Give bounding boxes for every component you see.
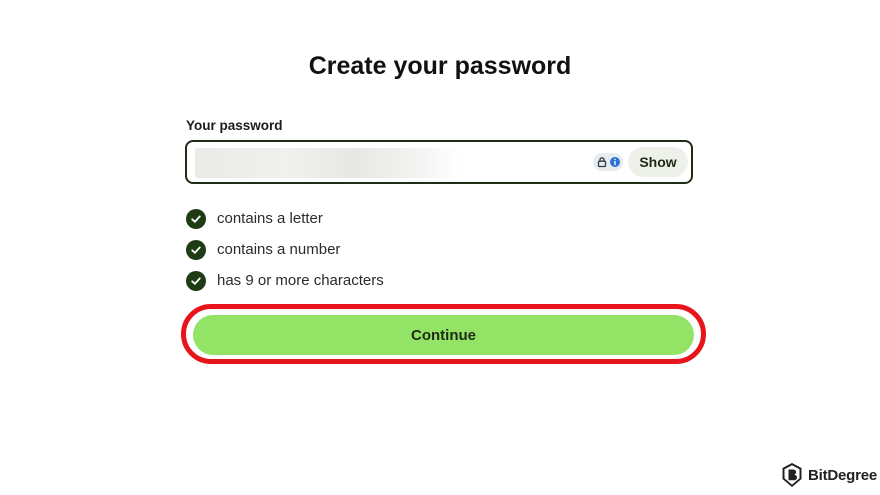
continue-button[interactable]: Continue: [193, 315, 694, 355]
watermark-text: BitDegree: [808, 466, 878, 484]
requirement-item: has 9 or more characters: [186, 265, 384, 296]
requirement-item: contains a letter: [186, 203, 384, 234]
check-circle-icon: [186, 239, 206, 260]
requirement-text: contains a number: [217, 241, 341, 258]
password-requirements: contains a letter contains a number has …: [186, 203, 384, 296]
requirement-item: contains a number: [186, 234, 384, 265]
bitdegree-logo-icon: [782, 463, 802, 487]
bitdegree-watermark: BitDegree: [781, 462, 877, 488]
check-circle-icon: [186, 270, 206, 291]
requirement-text: contains a letter: [217, 210, 323, 227]
password-input[interactable]: [195, 148, 461, 178]
check-circle-icon: [186, 208, 206, 229]
password-field[interactable]: Show: [185, 140, 693, 184]
requirement-text: has 9 or more characters: [217, 272, 384, 289]
password-label: Your password: [186, 118, 283, 133]
show-password-button[interactable]: Show: [628, 147, 688, 177]
page-title: Create your password: [308, 52, 572, 80]
lock-info-icon[interactable]: [593, 153, 623, 171]
